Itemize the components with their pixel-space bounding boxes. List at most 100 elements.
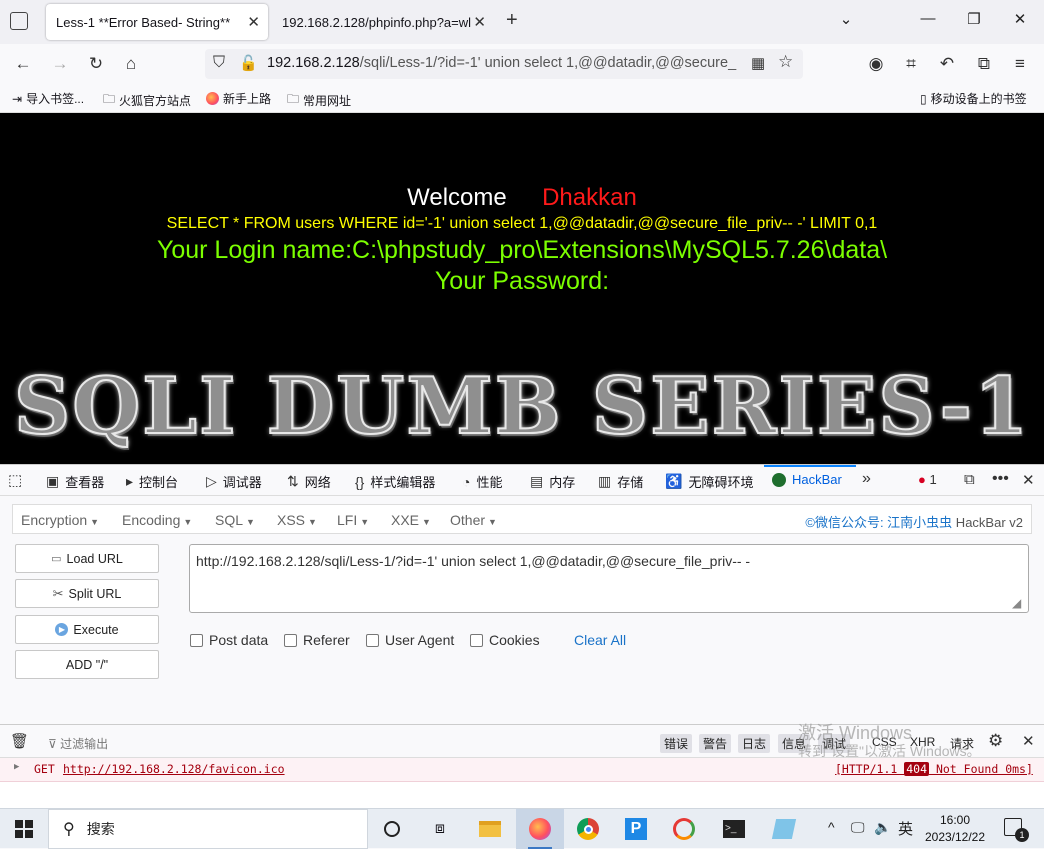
minimize-icon[interactable]: — — [916, 10, 940, 27]
close-console-icon[interactable]: ✕ — [1022, 732, 1035, 750]
cortana-button[interactable] — [368, 809, 416, 849]
cookies-checkbox[interactable]: Cookies — [470, 632, 540, 648]
checkbox-box[interactable] — [366, 633, 379, 647]
screenshot-icon[interactable]: ⌗ — [900, 53, 922, 75]
tab-accessibility[interactable]: ♿ 无障碍环境 — [665, 472, 753, 491]
menu-encryption[interactable]: Encryption ▼ — [21, 512, 99, 528]
bookmark-import[interactable]: ⇥ 导入书签... — [12, 90, 84, 107]
home-icon[interactable]: ⌂ — [120, 53, 142, 75]
firefox-icon — [206, 92, 219, 105]
new-tab-icon[interactable]: + — [506, 9, 518, 32]
menu-icon[interactable]: ≡ — [1009, 53, 1031, 75]
bookmark-common-sites[interactable]: 🗀 常用网址 — [287, 90, 351, 111]
tab-memory[interactable]: ▤ 内存 — [530, 472, 575, 491]
bookmark-star-icon[interactable]: ☆ — [778, 52, 793, 72]
tab-performance[interactable]: ◔ 性能 — [462, 472, 502, 491]
bookmark-getting-started[interactable]: 新手上路 — [206, 90, 271, 107]
phpstudy-icon — [673, 818, 695, 840]
notepad-app[interactable] — [760, 809, 808, 849]
volume-icon[interactable]: 🔈 — [874, 819, 891, 836]
checkbox-box[interactable] — [190, 633, 203, 647]
menu-lfi[interactable]: LFI ▼ — [337, 512, 369, 528]
console-input[interactable] — [0, 782, 1044, 808]
tab-style-editor[interactable]: {} 样式编辑器 — [355, 472, 435, 491]
tab-console[interactable]: ▸ 控制台 — [126, 472, 178, 491]
task-view-button[interactable]: ⧈ — [416, 809, 464, 849]
window-close-icon[interactable]: ✕ — [1008, 10, 1032, 28]
close-tab-icon[interactable]: ✕ — [473, 13, 486, 31]
terminal-app[interactable]: >_ — [710, 809, 758, 849]
filter-errors[interactable]: 错误 — [660, 734, 693, 753]
insecure-lock-icon[interactable]: 🔓 — [239, 54, 258, 72]
user-agent-checkbox[interactable]: User Agent — [366, 632, 454, 648]
extensions-icon[interactable]: ⧉ — [973, 53, 995, 75]
more-tabs-icon[interactable]: » — [862, 470, 871, 488]
request-status[interactable]: [HTTP/1.1 404 Not Found 0ms] — [835, 762, 1033, 776]
phpstudy-app[interactable] — [660, 809, 708, 849]
network-tray-icon[interactable]: 🖵 — [851, 819, 865, 836]
tab-less-1[interactable]: Less-1 **Error Based- String** ✕ — [46, 4, 268, 40]
close-devtools-icon[interactable]: ✕ — [1022, 471, 1035, 489]
execute-button[interactable]: ▶ Execute — [15, 615, 159, 644]
resize-handle-icon[interactable]: ◢ — [1012, 596, 1021, 610]
dock-icon[interactable]: ⧉ — [964, 471, 975, 488]
close-tab-icon[interactable]: ✕ — [247, 13, 260, 31]
console-message-row[interactable]: ▶ GET http://192.168.2.128/favicon.ico [… — [0, 758, 1044, 782]
menu-xxe[interactable]: XXE ▼ — [391, 512, 431, 528]
address-bar[interactable]: ⛉ 🔓 192.168.2.128/sqli/Less-1/?id=-1' un… — [205, 49, 803, 79]
back-icon[interactable]: ← — [12, 53, 34, 75]
tab-inspector[interactable]: ▣ 查看器 — [46, 472, 104, 491]
restore-icon[interactable]: ❐ — [962, 10, 986, 28]
undo-icon[interactable]: ↶ — [936, 53, 958, 75]
split-url-button[interactable]: ✂ Split URL — [15, 579, 159, 608]
expand-arrow-icon[interactable]: ▶ — [14, 762, 19, 772]
filter-warnings[interactable]: 警告 — [699, 734, 732, 753]
taskbar-search[interactable]: ⚲ 搜索 — [48, 809, 368, 849]
post-data-checkbox[interactable]: Post data — [190, 632, 268, 648]
firefox-app[interactable] — [516, 809, 564, 849]
bookmark-firefox-site[interactable]: 🗀 火狐官方站点 — [103, 90, 191, 111]
menu-sql[interactable]: SQL ▼ — [215, 512, 255, 528]
tab-debugger[interactable]: ▷ 调试器 — [206, 472, 262, 491]
menu-encoding[interactable]: Encoding ▼ — [122, 512, 192, 528]
file-explorer-app[interactable] — [466, 809, 514, 849]
url-textarea[interactable]: http://192.168.2.128/sqli/Less-1/?id=-1'… — [189, 544, 1029, 613]
menu-other[interactable]: Other ▼ — [450, 512, 497, 528]
url-text[interactable]: 192.168.2.128/sqli/Less-1/?id=-1' union … — [267, 55, 741, 71]
load-url-button[interactable]: ▭ Load URL — [15, 544, 159, 573]
clear-all-link[interactable]: Clear All — [574, 632, 626, 648]
start-button[interactable] — [0, 809, 48, 849]
tab-network[interactable]: ⇅ 网络 — [287, 472, 331, 491]
more-options-icon[interactable]: ••• — [992, 470, 1009, 488]
chevron-down-icon[interactable]: ⌄ — [834, 10, 858, 28]
folder-icon — [479, 821, 501, 837]
checkbox-box[interactable] — [470, 633, 483, 647]
element-picker-icon[interactable]: ⬚ — [8, 471, 22, 489]
tab-hackbar[interactable]: HackBar — [772, 472, 842, 487]
bookmark-mobile[interactable]: ▯ 移动设备上的书签 — [920, 90, 1027, 107]
checkbox-box[interactable] — [284, 633, 297, 647]
chevron-up-icon[interactable]: ^ — [828, 819, 835, 835]
filter-logs[interactable]: 日志 — [738, 734, 771, 753]
add-slash-button[interactable]: ADD "/" — [15, 650, 159, 679]
pycharm-app[interactable]: P — [612, 809, 660, 849]
clock[interactable]: 16:00 2023/12/22 — [918, 812, 992, 846]
tab-phpinfo[interactable]: 192.168.2.128/phpinfo.php?a=wl ✕ — [272, 4, 494, 40]
reload-icon[interactable]: ↻ — [85, 53, 107, 75]
tab-list-icon[interactable] — [10, 12, 28, 30]
filter-input[interactable]: ⊽ 过滤输出 — [48, 735, 108, 752]
request-url[interactable]: http://192.168.2.128/favicon.ico — [63, 762, 285, 776]
referer-checkbox[interactable]: Referer — [284, 632, 350, 648]
qr-code-icon[interactable]: ▦ — [751, 54, 765, 72]
shield-icon[interactable]: ⛉ — [213, 54, 225, 72]
menu-xss[interactable]: XSS ▼ — [277, 512, 317, 528]
windows-logo-icon — [15, 820, 33, 838]
error-badge[interactable]: ● 1 — [918, 472, 937, 487]
settings-gear-icon[interactable]: ⚙ — [988, 731, 1003, 751]
account-icon[interactable]: ◉ — [865, 53, 887, 75]
trash-icon[interactable]: 🗑 — [10, 732, 29, 750]
tab-storage[interactable]: ▥ 存储 — [598, 472, 643, 491]
ime-indicator[interactable]: 英 — [898, 818, 913, 839]
forward-icon[interactable]: → — [49, 53, 71, 75]
chrome-app[interactable] — [564, 809, 612, 849]
